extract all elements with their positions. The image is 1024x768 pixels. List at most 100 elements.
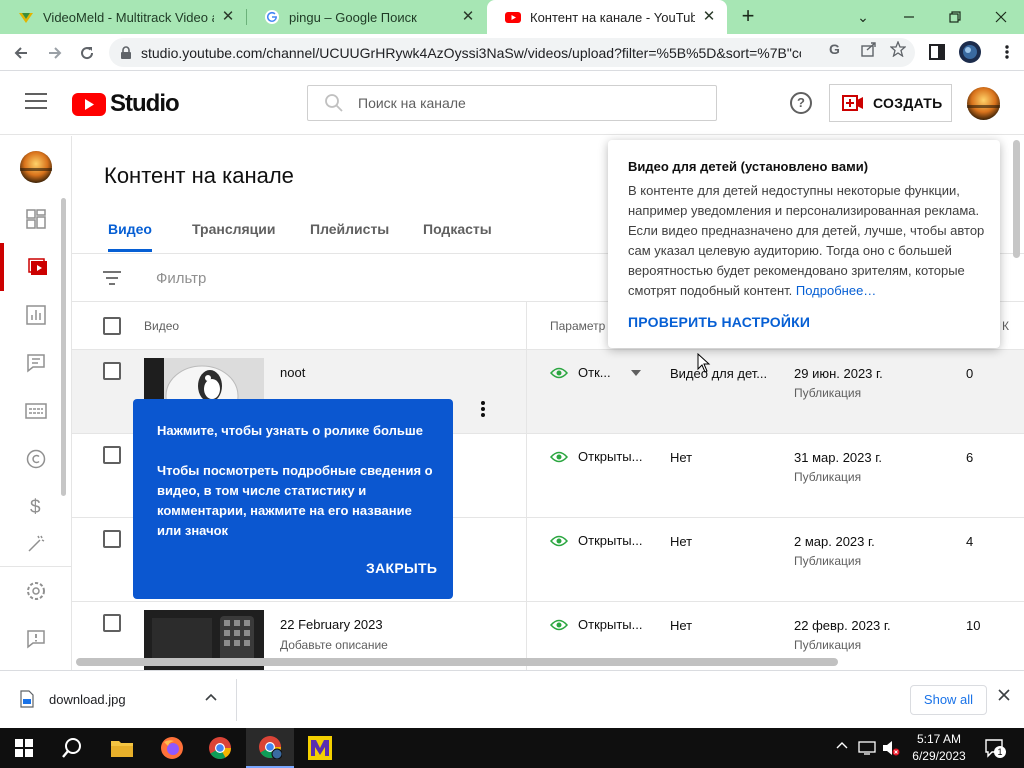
file-explorer-icon[interactable]: [98, 728, 146, 768]
tab-videomeld[interactable]: VideoMeld - Multitrack Video and ✕: [0, 0, 246, 34]
search-input[interactable]: [358, 95, 688, 111]
back-button[interactable]: [8, 40, 34, 66]
restore-button[interactable]: [932, 0, 978, 34]
chrome-profile-icon[interactable]: [246, 728, 294, 768]
browser-menu-icon[interactable]: [998, 43, 1016, 61]
video-title[interactable]: noot: [280, 365, 305, 380]
side-panel-icon[interactable]: [928, 43, 946, 61]
sticky-column-divider: [526, 302, 527, 670]
search-icon[interactable]: [48, 728, 96, 768]
feedback-icon: [27, 630, 45, 649]
download-item[interactable]: download.jpg: [49, 692, 126, 707]
visibility-cell[interactable]: Отк...: [550, 365, 641, 380]
notifications-icon[interactable]: 1: [984, 738, 1006, 758]
reload-button[interactable]: [74, 40, 100, 66]
channel-avatar[interactable]: [20, 151, 52, 183]
help-icon[interactable]: ?: [790, 92, 812, 114]
tab-youtube-studio[interactable]: Контент на канале - YouTube Stu ✕: [487, 0, 727, 34]
row-checkbox[interactable]: [103, 530, 121, 548]
volume-muted-icon[interactable]: [882, 740, 900, 756]
video-description[interactable]: Добавьте описание: [280, 638, 388, 652]
options-icon[interactable]: [480, 400, 488, 418]
row-checkbox[interactable]: [103, 446, 121, 464]
channel-search[interactable]: [307, 85, 717, 121]
settings-icon: [27, 582, 45, 600]
share-icon[interactable]: [860, 40, 878, 58]
chevron-up-icon[interactable]: [205, 692, 217, 702]
firefox-icon[interactable]: [148, 728, 196, 768]
tab-playlists[interactable]: Плейлисты: [310, 221, 389, 237]
learn-more-link[interactable]: Подробнее…: [796, 283, 876, 298]
copyright-icon: [26, 449, 46, 469]
close-tooltip-button[interactable]: ЗАКРЫТЬ: [366, 560, 437, 576]
bookmark-star-icon[interactable]: [889, 40, 907, 58]
visibility-cell[interactable]: Открыты...: [550, 533, 642, 548]
check-settings-button[interactable]: ПРОВЕРИТЬ НАСТРОЙКИ: [628, 314, 810, 330]
sidebar-item-customization[interactable]: [0, 531, 72, 557]
chrome-icon[interactable]: [196, 728, 244, 768]
select-all-checkbox[interactable]: [103, 317, 121, 335]
kids-setting[interactable]: Нет: [670, 618, 692, 633]
filter-input[interactable]: Фильтр: [156, 270, 206, 287]
row-checkbox[interactable]: [103, 614, 121, 632]
publish-status: Публикация: [794, 554, 862, 568]
publish-status: Публикация: [794, 386, 862, 400]
kids-setting[interactable]: Нет: [670, 450, 692, 465]
video-camera-plus-icon: [842, 95, 863, 111]
visibility-cell[interactable]: Открыты...: [550, 449, 642, 464]
taskbar-clock[interactable]: 5:17 AM 6/29/2023: [900, 731, 978, 765]
publish-status: Публикация: [794, 470, 862, 484]
url-text: studio.youtube.com/channel/UCUUGrHRywk4A…: [141, 44, 801, 61]
new-tab-button[interactable]: +: [736, 5, 760, 29]
svg-text:$: $: [30, 497, 41, 518]
account-avatar[interactable]: [967, 87, 1000, 120]
publish-date: 22 февр. 2023 г.: [794, 618, 891, 633]
search-icon: [324, 93, 344, 113]
tab-videos[interactable]: Видео: [108, 221, 152, 237]
close-icon[interactable]: ✕: [460, 9, 476, 25]
kids-setting[interactable]: Нет: [670, 534, 692, 549]
tab-google[interactable]: pingu – Google Поиск ✕: [246, 0, 486, 34]
sidebar-item-settings[interactable]: [0, 567, 72, 615]
profile-avatar-icon[interactable]: [958, 40, 982, 64]
download-divider: [236, 679, 237, 721]
kids-setting[interactable]: Видео для дет...: [670, 366, 767, 381]
close-window-button[interactable]: [978, 0, 1024, 34]
studio-logo[interactable]: Studio: [72, 90, 180, 118]
close-icon[interactable]: [998, 689, 1010, 701]
close-icon[interactable]: ✕: [701, 9, 717, 25]
row-checkbox[interactable]: [103, 362, 121, 380]
tab-live[interactable]: Трансляции: [192, 221, 275, 237]
filter-icon[interactable]: [102, 270, 122, 286]
google-translate-icon[interactable]: G: [826, 40, 844, 58]
network-icon[interactable]: [858, 740, 878, 756]
tab-title: Контент на канале - YouTube Stu: [530, 9, 695, 25]
video-title[interactable]: 22 February 2023: [280, 617, 383, 632]
dropdown-arrow-icon[interactable]: [630, 369, 641, 376]
windows-start-icon[interactable]: [0, 728, 48, 768]
visibility-cell[interactable]: Открыты...: [550, 617, 642, 632]
videomeld-taskbar-icon[interactable]: [296, 728, 344, 768]
tab-podcasts[interactable]: Подкасты: [423, 221, 492, 237]
forward-button[interactable]: [42, 40, 68, 66]
svg-text:G: G: [829, 41, 840, 57]
analytics-icon: [26, 305, 46, 325]
minimize-button[interactable]: [886, 0, 932, 34]
eye-icon: [550, 367, 568, 378]
address-bar[interactable]: studio.youtube.com/channel/UCUUGrHRywk4A…: [109, 38, 915, 67]
sidebar-scrollbar[interactable]: [61, 198, 66, 496]
studio-sidebar: $: [0, 136, 72, 670]
view-count: 0: [966, 366, 974, 381]
publish-date: 29 июн. 2023 г.: [794, 366, 883, 381]
chevron-up-icon[interactable]: [836, 740, 848, 750]
horizontal-scrollbar[interactable]: [76, 658, 838, 666]
visibility-label: Отк...: [578, 365, 611, 380]
clock-time: 5:17 AM: [916, 732, 962, 746]
tab-search-chevron-icon[interactable]: ⌄: [840, 0, 886, 34]
close-icon[interactable]: ✕: [220, 9, 236, 25]
menu-icon[interactable]: [25, 93, 47, 111]
show-all-button[interactable]: Show all: [910, 685, 987, 715]
page-scrollbar[interactable]: [1013, 140, 1020, 258]
sidebar-item-feedback[interactable]: [0, 615, 72, 663]
create-button[interactable]: СОЗДАТЬ: [829, 84, 952, 122]
